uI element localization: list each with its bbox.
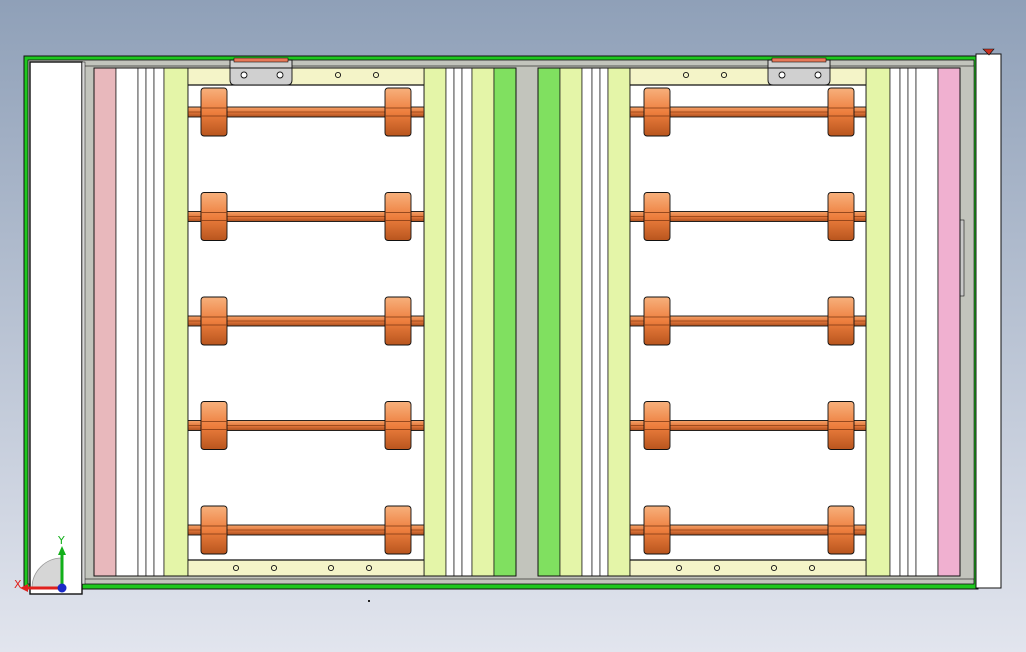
triad-x-label: X [14, 578, 22, 591]
right-end-plate-latch [959, 219, 965, 297]
left-end-plate-body [29, 61, 83, 595]
roller-wheel [200, 505, 228, 555]
roller-wheel [643, 401, 671, 450]
bottom-cross-bar [187, 559, 425, 577]
roller-wheel [643, 87, 671, 137]
roller-wheel [384, 87, 412, 137]
roller-wheel [200, 87, 228, 137]
side-rail [163, 67, 189, 577]
roller-wheel [200, 296, 228, 346]
roller-wheel [384, 505, 412, 555]
roller-wheel [384, 296, 412, 346]
mounting-bracket-accent [233, 57, 289, 63]
side-rail [537, 67, 561, 577]
roller-wheel [827, 87, 855, 137]
bracket-hole [276, 71, 284, 79]
side-rail [559, 67, 583, 577]
side-rail [93, 67, 117, 577]
roller-wheel [384, 192, 412, 241]
side-rail [607, 67, 631, 577]
triad-origin [57, 583, 67, 593]
roller-wheel [200, 192, 228, 241]
bottom-cross-bar [629, 559, 867, 577]
side-rail [153, 67, 165, 577]
mounting-bracket [229, 59, 293, 86]
side-rail [423, 67, 447, 577]
side-rail [591, 67, 601, 577]
side-rail [445, 67, 455, 577]
bracket-hole [240, 71, 248, 79]
side-rail [581, 67, 593, 577]
roller-wheel [643, 192, 671, 241]
roller-wheel [827, 401, 855, 450]
roller-wheel [643, 296, 671, 346]
side-rail [899, 67, 909, 577]
bracket-hole [814, 71, 822, 79]
side-rail [471, 67, 495, 577]
roller-wheel [827, 192, 855, 241]
bracket-hole [778, 71, 786, 79]
left-conveyor-module [93, 57, 517, 577]
mounting-bracket [767, 59, 831, 86]
roller-wheel [827, 296, 855, 346]
side-rail [461, 67, 473, 577]
side-rail [907, 67, 917, 577]
left-end-plate-edge [81, 61, 86, 585]
side-rail [145, 67, 155, 577]
cad-viewport[interactable]: X Y [0, 0, 1026, 652]
top-cross-bar [187, 67, 425, 86]
roller-wheel [827, 505, 855, 555]
side-rail [889, 67, 901, 577]
right-conveyor-module [537, 57, 961, 577]
side-rail [493, 67, 517, 577]
side-rail [915, 67, 939, 577]
roller-wheel [200, 401, 228, 450]
roller-wheel [384, 401, 412, 450]
conveyor-assembly-drawing: X Y [0, 0, 1026, 652]
side-rail [137, 67, 147, 577]
left-end-plate [29, 61, 86, 595]
triad-y-label: Y [57, 534, 65, 547]
roller-wheel [643, 505, 671, 555]
right-end-plate-body [975, 53, 1002, 589]
side-rail [115, 67, 139, 577]
side-rail [865, 67, 891, 577]
side-rail [453, 67, 463, 577]
side-rail [937, 67, 961, 577]
side-rail [599, 67, 609, 577]
top-cross-bar [629, 67, 867, 86]
origin-marker-dot [368, 600, 370, 602]
mounting-bracket-accent [771, 57, 827, 63]
